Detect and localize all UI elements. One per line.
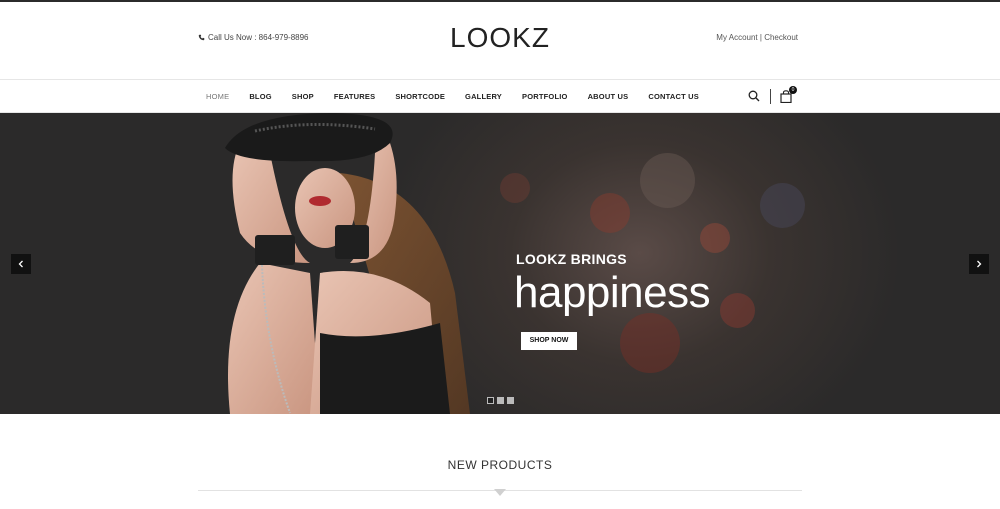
slider-next-button[interactable]	[969, 254, 989, 274]
bokeh-light	[760, 183, 805, 228]
nav-item-portfolio[interactable]: PORTFOLIO	[522, 92, 568, 101]
bokeh-light	[640, 153, 695, 208]
account-separator: |	[759, 33, 762, 42]
search-icon[interactable]	[748, 90, 760, 102]
cart-count-badge: 0	[789, 85, 797, 94]
site-logo[interactable]: LOOKZ	[0, 22, 1000, 54]
hero-title-part-3: ness	[619, 268, 711, 317]
hero-title-part-1: ha	[514, 268, 562, 317]
section-title: NEW PRODUCTS	[447, 458, 553, 472]
chevron-left-icon	[18, 260, 23, 268]
slider-dots	[487, 397, 514, 404]
bokeh-light	[500, 173, 530, 203]
nav-item-shortcode[interactable]: SHORTCODE	[395, 92, 445, 101]
hero-title-part-2: ppi	[561, 268, 620, 317]
nav-menu: HOME BLOG SHOP FEATURES SHORTCODE GALLER…	[206, 80, 719, 112]
slider-dot[interactable]	[507, 397, 514, 404]
slider-dot[interactable]	[487, 397, 494, 404]
bokeh-light	[590, 193, 630, 233]
checkout-link[interactable]: Checkout	[764, 33, 798, 42]
nav-item-home[interactable]: HOME	[206, 92, 229, 101]
nav-icons: 0	[748, 85, 797, 104]
shop-now-button[interactable]: SHOP NOW	[521, 332, 577, 350]
my-account-link[interactable]: My Account	[716, 33, 757, 42]
hero-slider: LOOKZ BRINGS happiness SHOP NOW	[0, 113, 1000, 414]
nav-icon-divider	[770, 88, 771, 104]
slider-dot[interactable]	[497, 397, 504, 404]
hero-title: happiness	[514, 267, 711, 319]
site-header: Call Us Now : 864-979-8896 LOOKZ My Acco…	[0, 2, 1000, 80]
cart-button[interactable]: 0	[780, 85, 797, 103]
bokeh-light	[700, 223, 730, 253]
nav-item-contact-us[interactable]: CONTACT US	[648, 92, 699, 101]
nav-item-features[interactable]: FEATURES	[334, 92, 375, 101]
nav-item-gallery[interactable]: GALLERY	[465, 92, 502, 101]
account-links: My Account | Checkout	[716, 33, 798, 42]
hero-subtitle: LOOKZ BRINGS	[516, 251, 627, 267]
bokeh-light	[720, 293, 755, 328]
divider-caret-icon	[494, 489, 506, 496]
slider-prev-button[interactable]	[11, 254, 31, 274]
nav-item-blog[interactable]: BLOG	[249, 92, 271, 101]
main-nav: HOME BLOG SHOP FEATURES SHORTCODE GALLER…	[0, 80, 1000, 113]
nav-item-about-us[interactable]: ABOUT US	[588, 92, 629, 101]
bokeh-light	[620, 313, 680, 373]
hero-model-image	[225, 113, 470, 414]
chevron-right-icon	[977, 260, 982, 268]
nav-item-shop[interactable]: SHOP	[292, 92, 314, 101]
